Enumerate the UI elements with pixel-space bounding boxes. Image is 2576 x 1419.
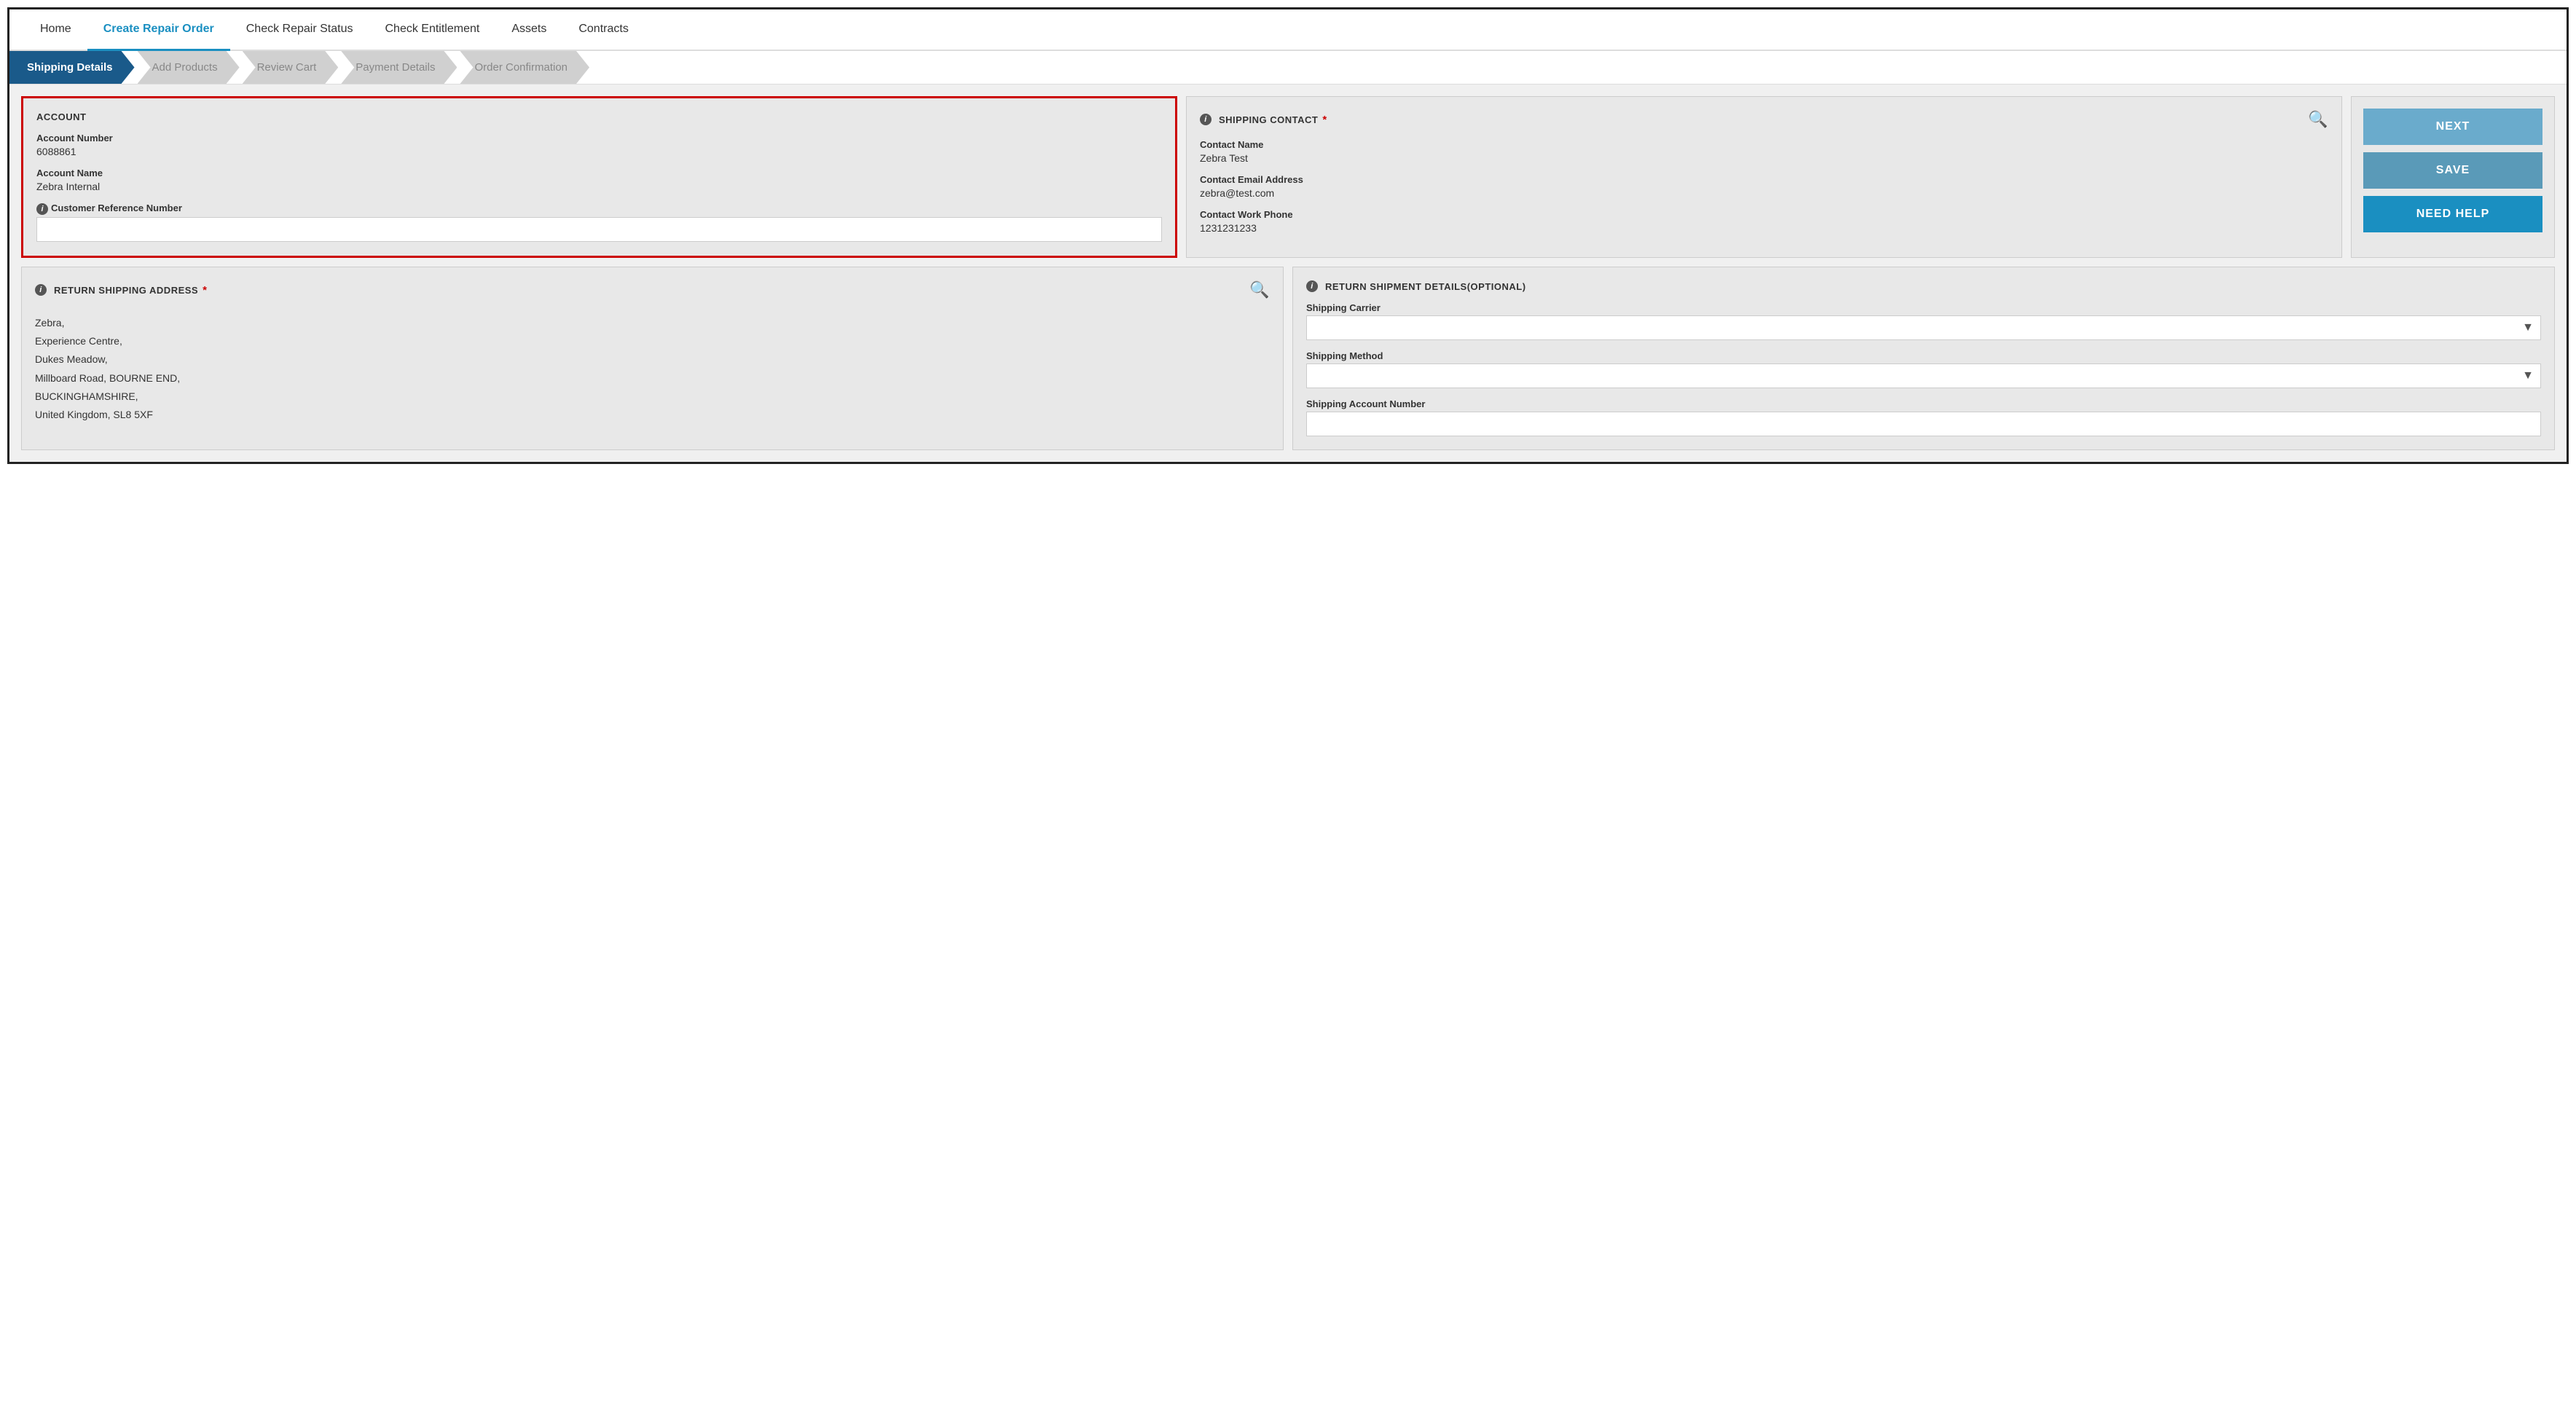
- step-review-cart[interactable]: Review Cart: [243, 51, 339, 84]
- nav-item-check-entitlement[interactable]: Check Entitlement: [369, 9, 495, 51]
- shipping-contact-panel: i SHIPPING CONTACT * 🔍 Contact Name Zebr…: [1186, 96, 2342, 258]
- shipping-contact-title: i SHIPPING CONTACT * 🔍: [1200, 110, 2328, 129]
- contact-email-value: zebra@test.com: [1200, 187, 2328, 199]
- step-add-products[interactable]: Add Products: [138, 51, 240, 84]
- customer-ref-input[interactable]: [36, 217, 1162, 242]
- shipping-contact-required: *: [1322, 114, 1327, 126]
- return-shipping-title: i RETURN SHIPPING ADDRESS * 🔍: [35, 280, 1270, 299]
- customer-ref-info-icon: i: [36, 203, 48, 215]
- return-shipping-required: *: [203, 284, 207, 296]
- return-shipping-address: Zebra,Experience Centre,Dukes Meadow,Mil…: [35, 310, 1270, 424]
- account-name-value: Zebra Internal: [36, 181, 1162, 192]
- nav-item-home[interactable]: Home: [24, 9, 87, 51]
- nav-item-contracts[interactable]: Contracts: [562, 9, 644, 51]
- main-content: ACCOUNT Account Number 6088861 Account N…: [9, 84, 2567, 462]
- account-number-label: Account Number: [36, 133, 1162, 144]
- shipping-contact-search-icon[interactable]: 🔍: [2308, 110, 2328, 129]
- shipping-method-label: Shipping Method: [1306, 350, 2541, 361]
- account-title-text: ACCOUNT: [36, 111, 87, 122]
- customer-ref-label: iCustomer Reference Number: [36, 203, 1162, 215]
- shipping-method-wrap: ▼: [1306, 363, 2541, 388]
- step-payment-details[interactable]: Payment Details: [341, 51, 457, 84]
- top-navigation: HomeCreate Repair OrderCheck Repair Stat…: [9, 9, 2567, 51]
- return-shipment-info-icon: i: [1306, 280, 1318, 292]
- return-shipping-info-icon: i: [35, 284, 47, 296]
- return-shipment-title: i RETURN SHIPMENT DETAILS(OPTIONAL): [1306, 280, 2541, 292]
- nav-item-assets[interactable]: Assets: [495, 9, 562, 51]
- shipping-carrier-label: Shipping Carrier: [1306, 302, 2541, 313]
- shipping-method-select[interactable]: [1306, 363, 2541, 388]
- step-shipping-details[interactable]: Shipping Details: [9, 51, 135, 84]
- shipping-contact-info-icon: i: [1200, 114, 1212, 125]
- account-name-label: Account Name: [36, 168, 1162, 178]
- contact-phone-value: 1231231233: [1200, 222, 2328, 234]
- nav-item-create-repair-order[interactable]: Create Repair Order: [87, 9, 230, 51]
- return-shipment-title-text: RETURN SHIPMENT DETAILS(OPTIONAL): [1325, 281, 1526, 292]
- contact-name-label: Contact Name: [1200, 139, 2328, 150]
- account-panel: ACCOUNT Account Number 6088861 Account N…: [21, 96, 1177, 258]
- shipping-carrier-select[interactable]: [1306, 315, 2541, 340]
- shipping-carrier-wrap: ▼: [1306, 315, 2541, 340]
- action-buttons-panel: NEXT SAVE NEED HELP: [2351, 96, 2555, 258]
- contact-name-value: Zebra Test: [1200, 152, 2328, 164]
- shipping-account-number-input[interactable]: [1306, 412, 2541, 436]
- shipping-account-number-label: Shipping Account Number: [1306, 398, 2541, 409]
- account-number-value: 6088861: [36, 146, 1162, 157]
- need-help-button[interactable]: NEED HELP: [2363, 196, 2542, 232]
- return-shipment-details-panel: i RETURN SHIPMENT DETAILS(OPTIONAL) Ship…: [1292, 267, 2555, 450]
- contact-email-label: Contact Email Address: [1200, 174, 2328, 185]
- shipping-contact-title-text: SHIPPING CONTACT: [1219, 114, 1318, 125]
- save-button[interactable]: SAVE: [2363, 152, 2542, 189]
- return-shipping-address-panel: i RETURN SHIPPING ADDRESS * 🔍 Zebra,Expe…: [21, 267, 1284, 450]
- return-shipping-search-icon[interactable]: 🔍: [1249, 280, 1270, 299]
- account-panel-title: ACCOUNT: [36, 111, 1162, 122]
- nav-item-check-repair-status[interactable]: Check Repair Status: [230, 9, 369, 51]
- steps-bar: Shipping DetailsAdd ProductsReview CartP…: [9, 51, 2567, 84]
- return-shipping-title-text: RETURN SHIPPING ADDRESS: [54, 285, 198, 296]
- step-order-confirmation[interactable]: Order Confirmation: [460, 51, 589, 84]
- contact-phone-label: Contact Work Phone: [1200, 209, 2328, 220]
- next-button[interactable]: NEXT: [2363, 109, 2542, 145]
